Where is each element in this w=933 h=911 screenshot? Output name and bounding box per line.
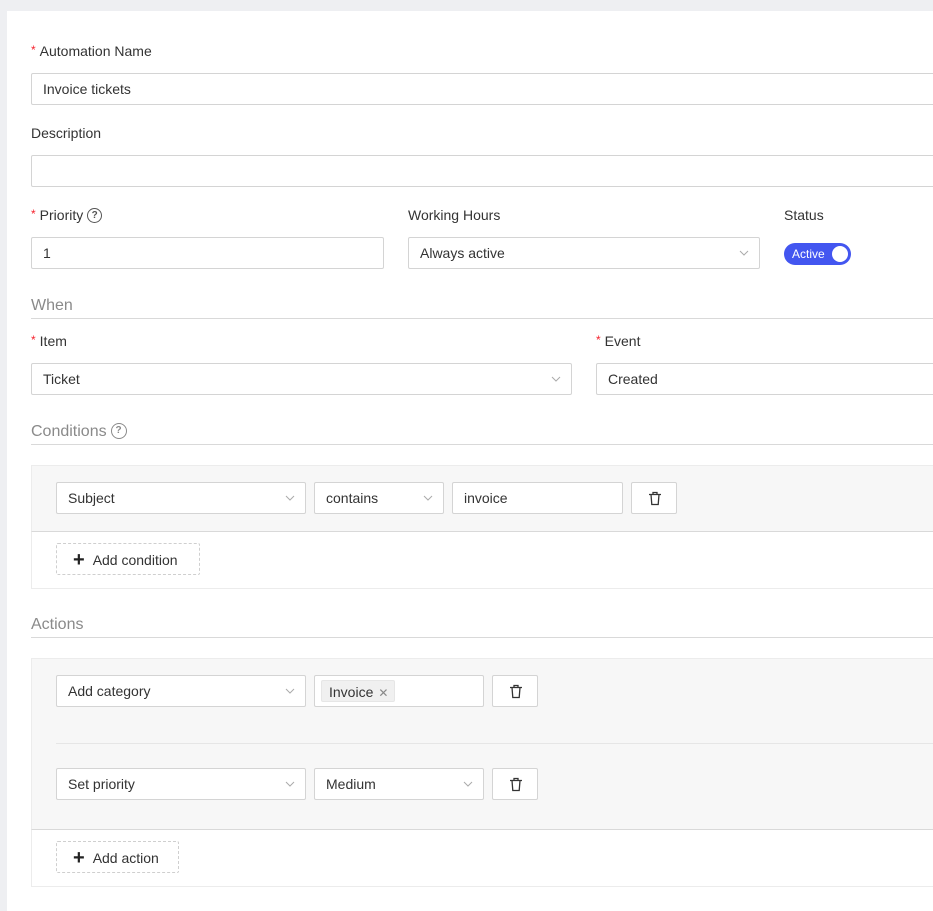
delete-action-button[interactable] [492,768,538,800]
chevron-down-icon [423,495,433,501]
chevron-down-icon [285,781,295,787]
item-select[interactable]: Ticket [31,363,572,395]
condition-operator-select[interactable]: contains [314,482,444,514]
item-label: * Item [31,333,67,349]
event-value: Created [608,371,658,387]
trash-icon [510,777,522,792]
priority-input[interactable]: 1 [31,237,384,269]
status-toggle-text: Active [792,247,825,261]
item-value: Ticket [43,371,80,387]
action-type-select[interactable]: Add category [56,675,306,707]
condition-operator-value: contains [326,490,379,506]
chevron-down-icon [285,688,295,694]
action-type-value: Set priority [68,776,135,792]
required-asterisk: * [31,207,36,221]
working-hours-select[interactable]: Always active [408,237,760,269]
action-type-select[interactable]: Set priority [56,768,306,800]
priority-value-select[interactable]: Medium [314,768,484,800]
required-asterisk: * [596,333,601,347]
plus-icon: + [73,847,85,869]
category-tags-input[interactable]: Invoice ✕ [314,675,484,707]
condition-field-select[interactable]: Subject [56,482,306,514]
question-circle-icon[interactable]: ? [87,207,103,223]
trash-icon [649,491,661,506]
working-hours-value: Always active [420,245,505,261]
description-input[interactable] [31,155,933,187]
event-select[interactable]: Created [596,363,933,395]
add-condition-button[interactable]: + Add condition [56,543,200,575]
required-asterisk: * [31,43,36,57]
when-section-title: When [31,297,73,314]
toggle-knob [832,246,848,262]
chevron-down-icon [551,376,561,382]
action-row-divider [56,743,933,744]
event-label: * Event [596,333,641,349]
question-circle-icon[interactable]: ? [110,422,127,439]
automation-name-input[interactable]: Invoice tickets [31,73,933,105]
status-toggle[interactable]: Active [784,243,851,265]
delete-action-button[interactable] [492,675,538,707]
plus-icon: + [73,549,85,571]
chevron-down-icon [285,495,295,501]
priority-label: * Priority? [31,206,103,224]
chevron-down-icon [463,781,473,787]
add-condition-label: Add condition [92,552,178,568]
description-label: Description [31,125,102,141]
working-hours-label: Working Hours [408,207,501,223]
actions-section-title: Actions [31,616,84,633]
condition-value-input[interactable]: invoice [452,482,623,514]
when-divider [31,318,933,319]
condition-field-value: Subject [68,490,115,506]
add-action-button[interactable]: + Add action [56,841,179,873]
delete-condition-button[interactable] [631,482,677,514]
category-tag: Invoice ✕ [321,680,396,702]
status-label: Status [784,207,824,223]
action-type-value: Add category [68,683,151,699]
conditions-section-title: Conditions? [31,422,127,442]
actions-divider [31,637,933,638]
chevron-down-icon [739,250,749,256]
trash-icon [510,684,522,699]
priority-value: Medium [326,776,376,792]
close-icon[interactable]: ✕ [378,686,388,700]
required-asterisk: * [31,333,36,347]
conditions-divider [31,444,933,445]
automation-name-label: * Automation Name [31,43,152,59]
add-action-label: Add action [92,850,159,866]
